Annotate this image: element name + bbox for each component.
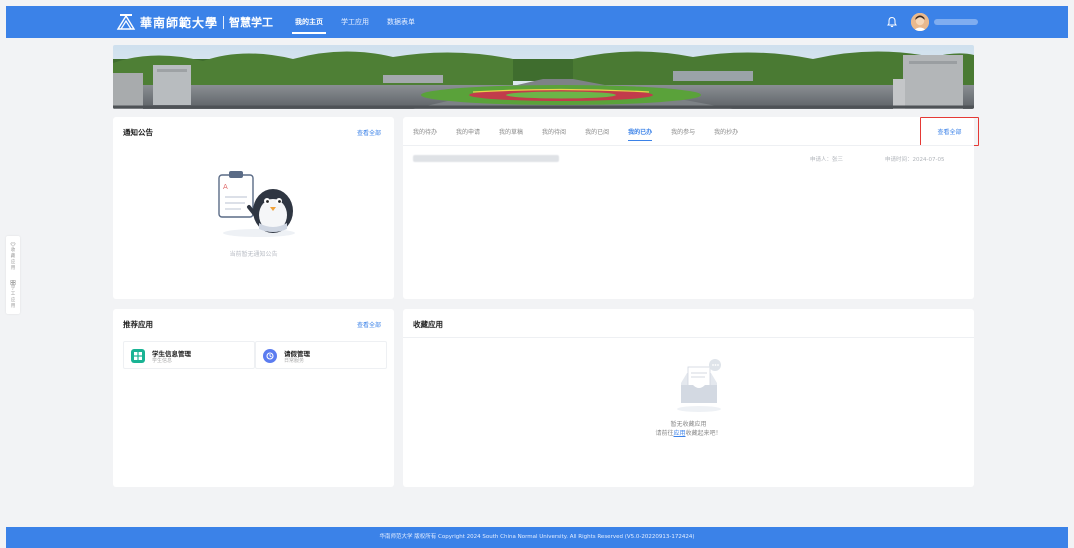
tab-my-to-read[interactable]: 我的待阅 [542,127,566,141]
top-navigation-bar: 華南師範大學 智慧学工 我的主页 学工应用 数据表单 [6,6,1068,38]
favorite-apps-card: 收藏应用 暂无收藏应用 请前往应用收藏起来吧！ [403,309,974,487]
tab-my-participated[interactable]: 我的参与 [671,127,695,141]
system-name: 智慧学工 [229,16,274,29]
tab-my-applications[interactable]: 我的申请 [456,127,480,141]
tab-my-todo[interactable]: 我的待办 [413,127,437,141]
footer: 华南师范大学 版权所有 Copyright 2024 South China N… [6,527,1068,548]
task-date: 申请时间：2024-07-05 [885,157,945,163]
task-tabs: 我的待办 我的申请 我的草稿 我的待阅 我的已阅 我的已办 我的参与 我的抄办 [413,127,757,141]
app-desc: 日常服务 [284,358,305,364]
tasks-view-all-link[interactable]: 查看全部 [920,117,979,146]
nav-student-apps[interactable]: 学工应用 [332,6,378,38]
footer-copyright: 华南师范大学 版权所有 Copyright 2024 South China N… [379,534,695,540]
avatar-face-icon [911,13,929,31]
penguin-clipboard-illustration-icon: A [218,171,295,237]
heart-icon [10,242,16,247]
side-collect-label: 收藏应用 [10,248,16,271]
main-nav: 我的主页 学工应用 数据表单 [286,6,424,38]
empty-inbox-illustration-icon [677,359,721,412]
side-apps-button[interactable]: 学工应用 [6,276,20,310]
table-row[interactable]: 申请人：张三 申请时间：2024-07-05 [403,152,974,166]
university-name: 華南師範大學 [140,15,219,30]
username-redacted [934,19,978,25]
tasks-view-all-label: 查看全部 [937,129,962,136]
notice-card: 通知公告 查看全部 A 当前暂无通知公告 [113,117,394,299]
side-float-toolbar: 收藏应用 学工应用 [6,236,20,314]
university-logo[interactable]: 華南師範大學 智慧学工 [116,12,273,32]
favorites-title: 收藏应用 [413,320,443,329]
grid-icon [10,280,16,285]
app-desc: 学生信息 [152,358,173,364]
user-avatar[interactable] [911,13,929,31]
tab-my-drafts[interactable]: 我的草稿 [499,127,523,141]
notice-view-all-link[interactable]: 查看全部 [357,128,381,137]
nav-data-forms[interactable]: 数据表单 [378,6,424,38]
my-tasks-card: 我的待办 我的申请 我的草稿 我的待阅 我的已阅 我的已办 我的参与 我的抄办 … [403,117,979,299]
tab-my-done[interactable]: 我的已办 [628,127,653,141]
bell-icon[interactable] [886,16,898,28]
svg-text:A: A [223,183,228,191]
app-tile-student-info[interactable]: 学生信息管理 学生信息 [123,341,255,369]
favorites-empty-text: 暂无收藏应用 [670,421,707,428]
university-emblem-icon [116,14,136,30]
favorites-hint: 请前往应用收藏起来吧！ [403,428,974,437]
favorites-hint-pre: 请前往 [655,430,674,437]
tab-my-read[interactable]: 我的已阅 [585,127,609,141]
leave-icon [263,349,277,363]
favorites-hint-post: 收藏起来吧！ [685,430,722,437]
recommended-apps-card: 推荐应用 查看全部 学生信息管理 学生信息 请假管理 日常服务 [113,309,394,487]
apps-title: 推荐应用 [123,320,153,329]
app-tile-leave-management[interactable]: 请假管理 日常服务 [255,341,387,369]
tasks-divider [403,145,974,146]
logo-divider [223,15,225,29]
task-title-redacted [413,155,559,162]
tab-my-cc[interactable]: 我的抄办 [714,127,738,141]
favorites-divider [403,337,974,338]
grid-icon [131,349,145,363]
campus-banner-image [113,45,974,109]
notice-empty-text: 当前暂无通知公告 [229,251,278,258]
task-applicant: 申请人：张三 [810,157,844,163]
nav-my-home[interactable]: 我的主页 [286,6,332,38]
side-collect-button[interactable]: 收藏应用 [6,238,20,272]
side-apps-label: 学工应用 [10,286,16,309]
notice-title: 通知公告 [123,128,153,137]
apps-view-all-link[interactable]: 查看全部 [357,320,381,329]
go-to-apps-link[interactable]: 应用 [673,430,685,437]
